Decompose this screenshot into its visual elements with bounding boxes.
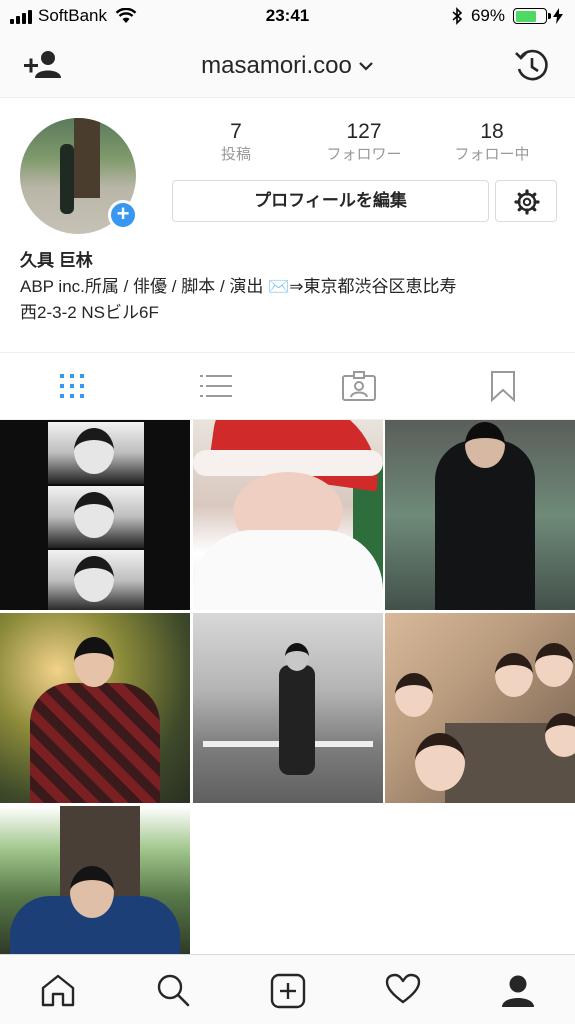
tab-tagged[interactable] bbox=[288, 353, 432, 419]
add-story-plus-icon[interactable]: + bbox=[108, 200, 138, 230]
bottom-nav bbox=[0, 954, 575, 1024]
status-right: 69% bbox=[451, 6, 563, 26]
battery-fill bbox=[515, 10, 536, 22]
charging-icon bbox=[553, 8, 563, 24]
settings-button[interactable] bbox=[495, 180, 557, 222]
battery-percent: 69% bbox=[470, 6, 505, 25]
username-title: masamori.coo bbox=[201, 52, 352, 79]
account-switcher[interactable]: masamori.coo bbox=[201, 52, 374, 80]
status-bar: SoftBank 23:41 69% bbox=[0, 0, 575, 34]
post-thumbnail[interactable] bbox=[0, 420, 190, 610]
post-thumbnail[interactable] bbox=[0, 806, 190, 954]
nav-search[interactable] bbox=[115, 955, 230, 1024]
search-icon bbox=[157, 974, 189, 1007]
profile-tabs bbox=[0, 352, 575, 420]
stat-followers-label: フォロワー bbox=[326, 146, 402, 163]
battery-icon bbox=[513, 8, 551, 24]
tab-saved[interactable] bbox=[431, 353, 575, 419]
profile-stats: 7 投稿 127 フォロワー 18 フォロー中 bbox=[172, 118, 556, 164]
edit-profile-button[interactable]: プロフィールを編集 bbox=[172, 180, 489, 222]
post-thumbnail[interactable] bbox=[193, 613, 383, 803]
stat-posts-value: 7 bbox=[230, 120, 242, 143]
posts-grid bbox=[0, 420, 575, 954]
new-post-icon bbox=[270, 973, 305, 1009]
post-thumbnail[interactable] bbox=[385, 420, 575, 610]
nav-bar: masamori.coo bbox=[0, 34, 575, 98]
stat-following-label: フォロー中 bbox=[454, 146, 530, 163]
stat-posts[interactable]: 7 投稿 bbox=[172, 118, 300, 164]
history-icon[interactable] bbox=[513, 47, 551, 85]
post-thumbnail[interactable] bbox=[385, 613, 575, 803]
display-name: 久具 巨林 bbox=[20, 251, 93, 270]
profile-section: + 7 投稿 127 フォロワー 18 フォロー中 プロフィールを編集 久具 巨… bbox=[0, 98, 575, 352]
stat-posts-label: 投稿 bbox=[220, 146, 251, 163]
nav-profile[interactable] bbox=[460, 955, 575, 1024]
add-user-icon[interactable] bbox=[22, 48, 64, 84]
username-title-wrap: masamori.coo bbox=[0, 52, 575, 80]
nav-new-post[interactable] bbox=[230, 955, 345, 1024]
bio-line-2: 西2-3-2 NSビル6F bbox=[20, 303, 159, 322]
nav-activity[interactable] bbox=[345, 955, 460, 1024]
list-icon bbox=[199, 375, 232, 397]
tab-grid[interactable] bbox=[0, 353, 144, 419]
grid-icon bbox=[59, 374, 84, 398]
profile-icon bbox=[501, 975, 534, 1007]
activity-heart-icon bbox=[385, 973, 420, 1004]
home-icon bbox=[41, 974, 74, 1007]
stat-following[interactable]: 18 フォロー中 bbox=[428, 118, 556, 164]
post-thumbnail[interactable] bbox=[193, 420, 383, 610]
saved-icon bbox=[491, 371, 516, 402]
bluetooth-icon bbox=[452, 7, 463, 25]
stat-followers[interactable]: 127 フォロワー bbox=[300, 118, 428, 164]
stat-followers-value: 127 bbox=[346, 120, 382, 143]
stat-following-value: 18 bbox=[480, 120, 504, 143]
tab-list[interactable] bbox=[144, 353, 288, 419]
gear-icon bbox=[514, 189, 540, 215]
bio: ABP inc.所属 / 俳優 / 脚本 / 演出 ✉️⇒東京都渋谷区恵比寿 西… bbox=[20, 274, 565, 326]
chevron-down-icon bbox=[359, 62, 373, 71]
bio-line-1: ABP inc.所属 / 俳優 / 脚本 / 演出 ✉️⇒東京都渋谷区恵比寿 bbox=[20, 277, 457, 296]
tagged-icon bbox=[342, 371, 377, 401]
nav-home[interactable] bbox=[0, 955, 115, 1024]
post-thumbnail[interactable] bbox=[0, 613, 190, 803]
